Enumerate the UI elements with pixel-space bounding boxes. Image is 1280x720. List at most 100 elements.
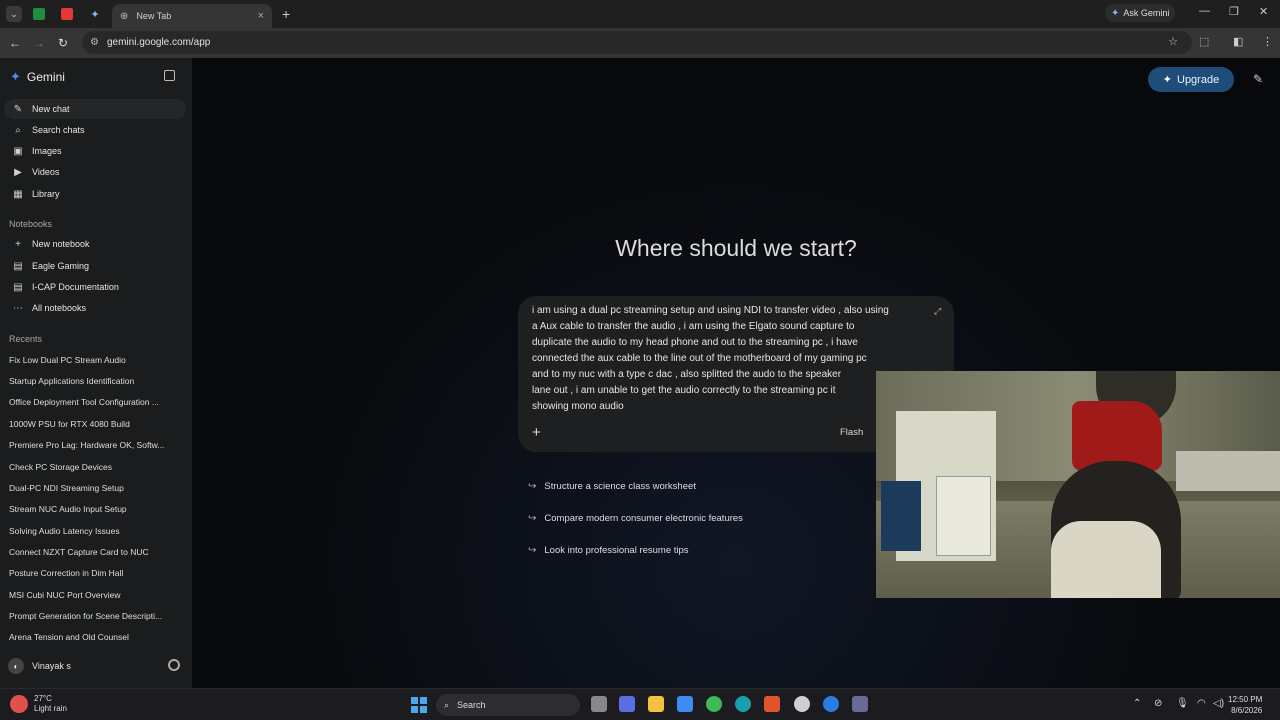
collapse-sidebar-icon[interactable] [164,70,175,81]
search-icon: ⌕ [15,124,21,136]
suggestion-chip[interactable]: ↪ Structure a science class worksheet [528,481,696,492]
more-menu-icon[interactable]: ⋮ [1262,35,1273,48]
tab-new-tab[interactable]: ⊕ New Tab × [112,4,272,28]
tab-search-button[interactable]: ⌄ [6,6,22,22]
copilot-icon[interactable] [619,696,635,712]
suggestion-arrow-icon: ↪ [528,481,537,492]
address-bar[interactable]: ⚙ gemini.google.com/app ☆ [82,31,1192,54]
pinned-tab-youtube[interactable] [56,3,78,25]
upgrade-button[interactable]: ✦ Upgrade [1148,67,1234,92]
upgrade-label: Upgrade [1177,73,1220,86]
tab-title: New Tab [136,11,172,21]
back-arrow-icon[interactable]: ← [6,36,24,50]
sidebar-item-library[interactable]: ▦ Library [4,184,186,204]
store-icon[interactable] [677,696,693,712]
user-name: Vinayak s [32,661,71,671]
sidebar-item-videos[interactable]: ▶ Videos [4,162,186,182]
ask-gemini-button[interactable]: ✦ Ask Gemini [1105,4,1176,22]
recent-chat-item[interactable]: Stream NUC Audio Input Setup [9,504,127,514]
profile-icon[interactable]: ◧ [1233,35,1243,48]
taskbar-search[interactable]: ⌕ Search [436,694,580,716]
sidebar-item-label: Images [32,146,62,156]
recent-chat-item[interactable]: Arena Tension and Old Counsel [9,632,129,642]
minimize-icon[interactable]: — [1199,5,1210,17]
suggestion-chip[interactable]: ↪ Look into professional resume tips [528,545,689,556]
spark-icon: ✦ [1162,74,1172,86]
settings-icon[interactable] [168,659,180,671]
recent-chat-item[interactable]: MSI Cubi NUC Port Overview [9,590,120,600]
task-view-icon[interactable] [591,696,607,712]
weather-widget[interactable]: 27°C Light rain [10,694,67,714]
user-profile[interactable]: ◐ Vinayak s [8,658,71,674]
clock[interactable]: 12:50 PM 8/6/2026 [1228,694,1262,716]
model-selector[interactable]: Flash [840,427,863,438]
image-icon: ▣ [13,145,23,157]
pinned-tab-sheets[interactable] [28,3,50,25]
add-attachment-button[interactable]: + [532,424,541,441]
recent-chat-item[interactable]: Dual-PC NDI Streaming Setup [9,483,124,493]
sidebar-item-new-notebook[interactable]: + New notebook [4,234,186,254]
weather-condition: Light rain [34,704,67,713]
extensions-icon[interactable]: ⬚ [1199,35,1209,48]
recent-chat-item[interactable]: Prompt Generation for Scene Descripti... [9,611,162,621]
video-icon: ▶ [14,166,22,178]
file-explorer-icon[interactable] [648,696,664,712]
tab-strip: ⌄ ✦ ⊕ New Tab × + ✦ Ask Gemini — ❐ ✕ [0,0,1280,28]
forward-arrow-icon[interactable]: → [30,36,48,50]
bookmark-star-icon[interactable]: ☆ [1168,35,1178,48]
prompt-line: and to my nuc with a type c dac , also s… [532,369,842,380]
webcam-monitor [881,481,921,551]
recent-chat-item[interactable]: Posture Correction in Dim Hall [9,568,123,578]
clock-time: 12:50 PM [1228,695,1263,704]
gemini-logo-icon: ✦ [10,69,21,84]
prompt-line: showing mono audio [532,401,624,412]
start-button[interactable] [411,697,427,713]
sidebar-item-all-notebooks[interactable]: ⋯ All notebooks [4,298,186,318]
reload-icon[interactable]: ↻ [54,36,72,50]
suggestion-arrow-icon: ↪ [528,513,537,524]
recent-chat-item[interactable]: Connect NZXT Capture Card to NUC [9,547,149,557]
messenger-icon[interactable] [823,696,839,712]
sidebar-item-images[interactable]: ▣ Images [4,141,186,161]
notebooks-heading: Notebooks [9,219,53,229]
recent-chat-item[interactable]: Fix Low Dual PC Stream Audio [9,355,126,365]
close-window-icon[interactable]: ✕ [1259,5,1268,18]
recent-chat-item[interactable]: Solving Audio Latency Issues [9,526,120,536]
restore-icon[interactable]: ❐ [1229,5,1239,18]
gemini-brand[interactable]: ✦ Gemini [10,69,65,85]
obs-icon[interactable] [794,696,810,712]
volume-icon[interactable]: ◁) [1213,698,1224,709]
prompt-line: i am using a dual pc streaming setup and… [532,305,889,316]
recent-chat-item[interactable]: Startup Applications Identification [9,376,134,386]
sidebar-item-icap-documentation[interactable]: ▤ I-CAP Documentation [4,277,186,297]
network-off-icon[interactable]: ⊘ [1154,698,1162,709]
pinned-tab-gemini[interactable]: ✦ [84,3,106,25]
recent-chat-item[interactable]: Office Deployment Tool Configuration ... [9,397,159,407]
new-tab-button[interactable]: + [282,6,290,22]
chrome-icon[interactable] [706,696,722,712]
notebook-icon: ▤ [13,260,23,272]
suggestion-chip[interactable]: ↪ Compare modern consumer electronic feat… [528,513,743,524]
expand-icon[interactable]: ⤢ [934,306,941,317]
prompt-text[interactable]: i am using a dual pc streaming setup and… [532,303,927,415]
site-info-icon[interactable]: ⚙ [90,37,99,48]
new-chat-icon[interactable]: ✎ [1253,72,1263,86]
close-tab-icon[interactable]: × [258,10,264,22]
taskbar-search-label: Search [457,700,486,710]
brave-icon[interactable] [764,696,780,712]
tray-chevron-icon[interactable]: ⌃ [1133,698,1141,709]
recent-chat-item[interactable]: Premiere Pro Lag: Hardware OK, Softw... [9,440,164,450]
sidebar-item-eagle-gaming[interactable]: ▤ Eagle Gaming [4,256,186,276]
library-icon: ▦ [13,188,23,200]
webcam-person-shirt [1051,521,1161,598]
edge-icon[interactable] [735,696,751,712]
more-icon: ⋯ [13,302,23,314]
recent-chat-item[interactable]: 1000W PSU for RTX 4080 Build [9,419,130,429]
sidebar-item-new-chat[interactable]: ✎ New chat [4,99,186,119]
microphone-icon[interactable]: 🎙 [1176,698,1189,709]
sidebar-item-search-chats[interactable]: ⌕ Search chats [4,120,186,140]
recent-chat-item[interactable]: Check PC Storage Devices [9,462,112,472]
app-icon[interactable] [852,696,868,712]
wifi-icon[interactable]: ◠ [1197,698,1206,709]
sidebar-item-label: Videos [32,167,60,177]
